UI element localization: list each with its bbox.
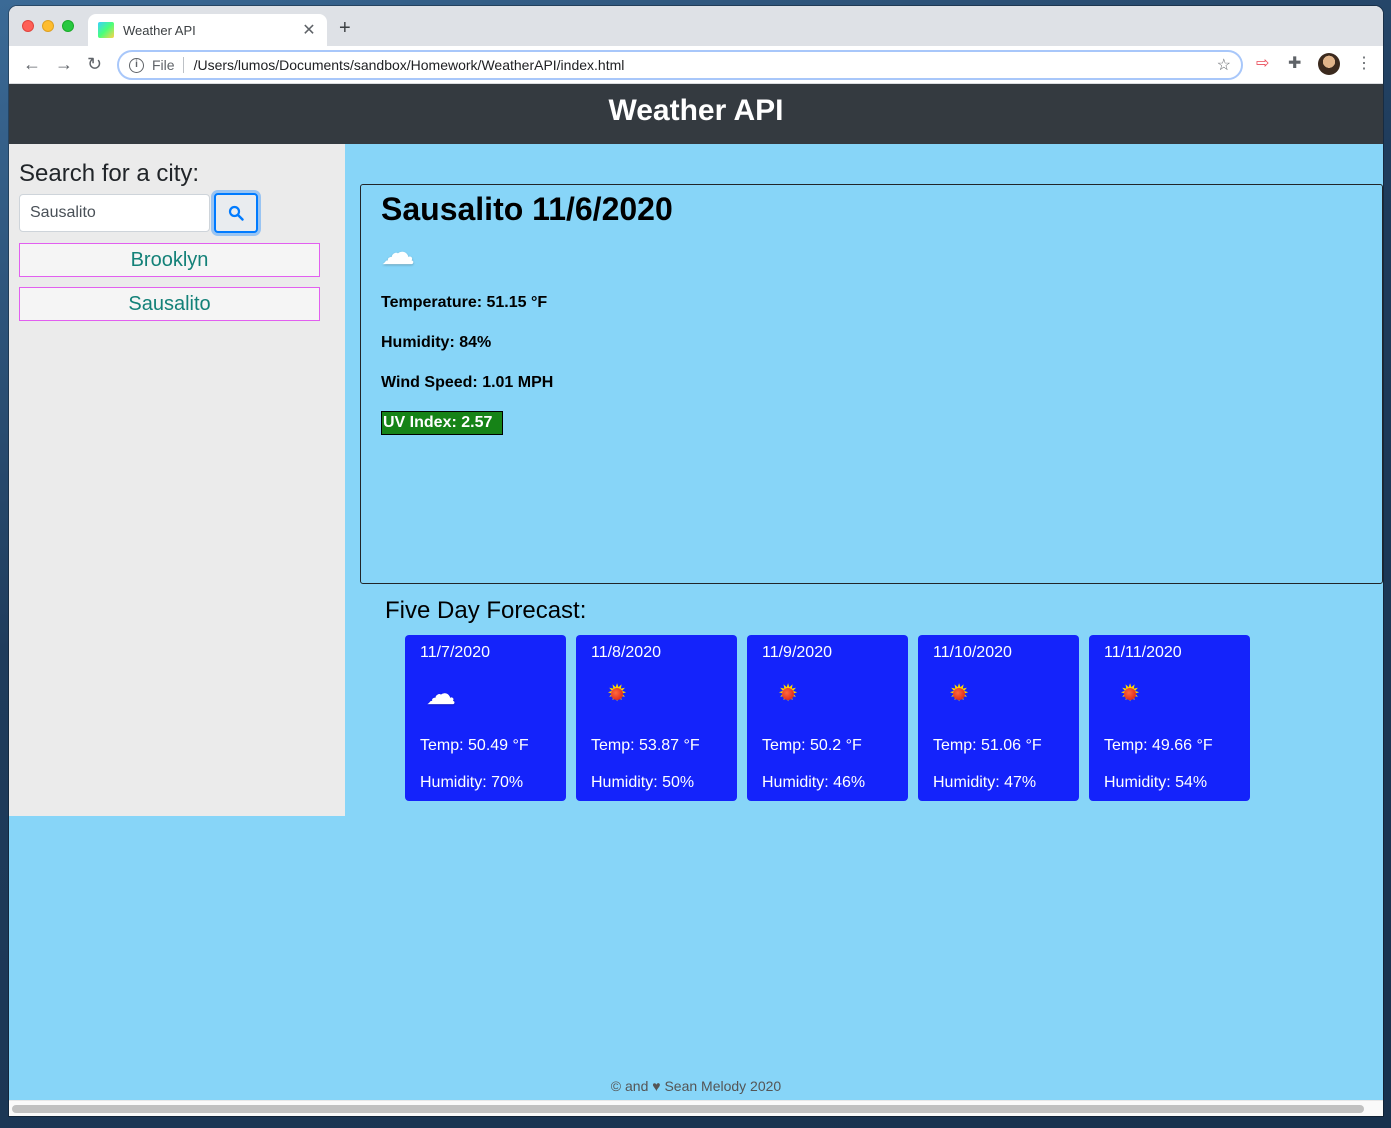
forecast-humidity: Humidity: 70%: [420, 774, 524, 791]
scrollbar-thumb[interactable]: [12, 1105, 1364, 1113]
puzzle-extensions-icon[interactable]: ✚: [1288, 54, 1301, 74]
forecast-date: 11/7/2020: [420, 644, 490, 661]
search-row: [19, 193, 335, 233]
forecast-humidity: Humidity: 54%: [1104, 774, 1208, 791]
search-button[interactable]: [214, 193, 258, 233]
new-tab-button[interactable]: +: [339, 18, 351, 38]
page-footer: © and ♥ Sean Melody 2020: [610, 1078, 782, 1094]
forecast-date: 11/11/2020: [1104, 644, 1182, 661]
page-content: Weather API Search for a city: Brooklyn …: [9, 84, 1383, 1100]
current-humidity: Humidity: 84%: [381, 334, 492, 351]
sun-icon: ✹: [947, 682, 971, 706]
file-scheme-label: File: [152, 57, 175, 73]
cloud-icon: ☁: [426, 677, 456, 711]
search-icon: [228, 205, 244, 221]
cloud-icon: ☁: [381, 234, 415, 272]
tab-weather-api[interactable]: Weather API ✕: [88, 14, 327, 46]
tab-title: Weather API: [123, 22, 196, 38]
sun-icon: ✹: [605, 682, 629, 706]
omnibox-divider: [182, 57, 184, 73]
forecast-temp: Temp: 51.06 °F: [933, 737, 1042, 754]
more-menu-icon[interactable]: ⋮: [1356, 54, 1372, 74]
city-search-input[interactable]: [19, 194, 210, 232]
browser-window: Weather API ✕ + ← → ↻ i File /Users/lumo…: [9, 6, 1383, 1116]
site-header: Weather API: [9, 84, 1383, 144]
url-text[interactable]: /Users/lumos/Documents/sandbox/Homework/…: [194, 57, 1217, 73]
tab-strip: Weather API ✕ +: [9, 6, 1383, 46]
forecast-temp: Temp: 49.66 °F: [1104, 737, 1213, 754]
info-icon[interactable]: i: [129, 57, 144, 73]
forecast-card: 11/11/2020 ✹ Temp: 49.66 °F Humidity: 54…: [1089, 635, 1250, 801]
horizontal-scrollbar[interactable]: [9, 1100, 1383, 1116]
reload-icon[interactable]: ↻: [87, 54, 102, 74]
search-heading: Search for a city:: [19, 160, 200, 187]
tab-close-icon[interactable]: ✕: [301, 20, 317, 40]
forecast-card: 11/8/2020 ✹ Temp: 53.87 °F Humidity: 50%: [576, 635, 737, 801]
minimize-window-button[interactable]: [42, 20, 54, 32]
profile-avatar[interactable]: [1318, 53, 1340, 75]
forecast-card: 11/10/2020 ✹ Temp: 51.06 °F Humidity: 47…: [918, 635, 1079, 801]
close-window-button[interactable]: [22, 20, 34, 32]
forecast-card: 11/7/2020 ☁ Temp: 50.49 °F Humidity: 70%: [405, 635, 566, 801]
forecast-date: 11/8/2020: [591, 644, 661, 661]
forecast-humidity: Humidity: 46%: [762, 774, 866, 791]
forecast-humidity: Humidity: 47%: [933, 774, 1037, 791]
sun-icon: ✹: [776, 682, 800, 706]
current-temperature: Temperature: 51.15 °F: [381, 294, 548, 311]
history-city-button[interactable]: Sausalito: [19, 287, 320, 321]
uv-index-badge: UV Index: 2.57: [381, 411, 504, 435]
favicon-icon: [98, 22, 114, 38]
current-weather-card: Sausalito 11/6/2020 ☁ Temperature: 51.15…: [360, 184, 1383, 584]
forecast-humidity: Humidity: 50%: [591, 774, 695, 791]
forecast-temp: Temp: 53.87 °F: [591, 737, 700, 754]
forecast-date: 11/9/2020: [762, 644, 832, 661]
maximize-window-button[interactable]: [62, 20, 74, 32]
search-sidebar: Search for a city: Brooklyn Sausalito: [9, 144, 345, 816]
extension-icon[interactable]: ⇨: [1256, 54, 1269, 74]
bookmark-star-icon[interactable]: ☆: [1217, 55, 1231, 75]
forecast-row: 11/7/2020 ☁ Temp: 50.49 °F Humidity: 70%…: [405, 635, 1260, 801]
back-arrow-icon[interactable]: ←: [23, 54, 41, 74]
forecast-card: 11/9/2020 ✹ Temp: 50.2 °F Humidity: 46%: [747, 635, 908, 801]
forecast-heading: Five Day Forecast:: [385, 597, 587, 624]
forecast-date: 11/10/2020: [933, 644, 1012, 661]
forecast-temp: Temp: 50.49 °F: [420, 737, 529, 754]
browser-toolbar: ← → ↻ i File /Users/lumos/Documents/sand…: [9, 46, 1383, 84]
address-bar[interactable]: i File /Users/lumos/Documents/sandbox/Ho…: [117, 50, 1243, 80]
forward-arrow-icon[interactable]: →: [55, 54, 73, 74]
forecast-temp: Temp: 50.2 °F: [762, 737, 862, 754]
sun-icon: ✹: [1118, 682, 1142, 706]
history-city-button[interactable]: Brooklyn: [19, 243, 320, 277]
current-city-date: Sausalito 11/6/2020: [381, 191, 673, 227]
current-wind-speed: Wind Speed: 1.01 MPH: [381, 374, 554, 391]
